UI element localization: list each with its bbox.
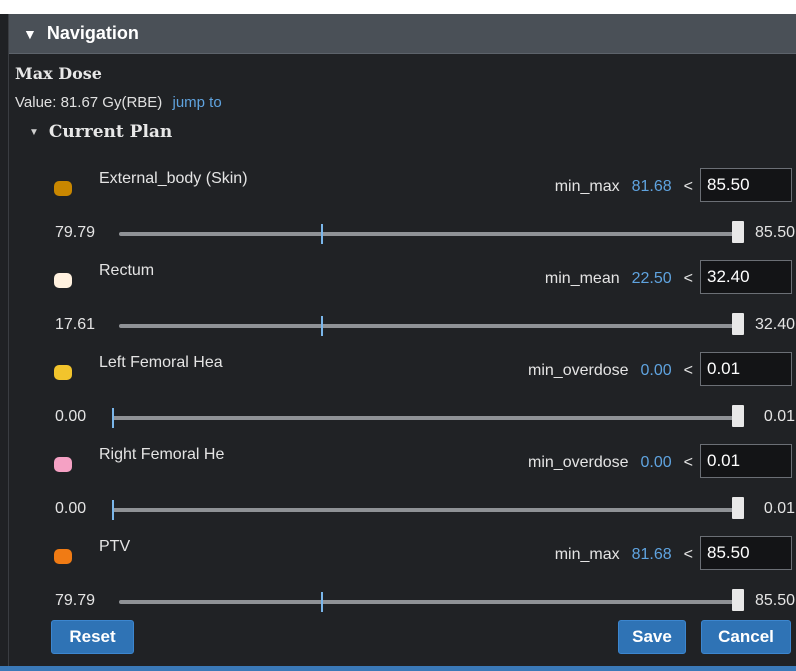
current-value-marker [112, 500, 114, 520]
range-min-label: 79.79 [55, 592, 96, 609]
comparison-operator: < [683, 178, 693, 195]
max-dose-value-line: Value: 81.67 Gy(RBE) jump to [15, 94, 222, 111]
reset-button[interactable]: Reset [51, 620, 134, 654]
bottom-strip [0, 666, 796, 671]
range-min-label: 0.00 [55, 500, 87, 517]
range-min-label: 79.79 [55, 224, 96, 241]
structure-color-swatch [54, 549, 72, 564]
structure-color-swatch [54, 365, 72, 380]
max-dose-value: 81.67 Gy(RBE) [60, 94, 163, 111]
structure-row: Right Femoral He min_overdose 0.00 <0.00 0.0… [9, 432, 796, 524]
metric-group: min_max 81.68 < [555, 178, 693, 196]
structure-name: External_body (Skin) [99, 170, 248, 187]
current-value-marker [112, 408, 114, 428]
comparison-operator: < [683, 546, 693, 563]
top-strip [0, 0, 796, 14]
current-value-marker [321, 592, 323, 612]
metric-group: min_mean 22.50 < [545, 270, 693, 288]
structure-row: External_body (Skin) min_max 81.68 <79.79 85… [9, 156, 796, 248]
current-value-marker [321, 316, 323, 336]
range-max-label: 0.01 [763, 500, 795, 517]
current-value-marker [321, 224, 323, 244]
threshold-input[interactable] [700, 260, 792, 294]
value-label: Value: [15, 94, 57, 111]
navigation-title: Navigation [46, 23, 139, 43]
comparison-operator: < [683, 362, 693, 379]
structure-row: Left Femoral Hea min_overdose 0.00 <0.00 0.0… [9, 340, 796, 432]
structure-name: Right Femoral He [99, 446, 225, 463]
metric-value: 0.00 [640, 454, 672, 471]
slider-handle[interactable] [732, 313, 744, 335]
dose-slider-track[interactable] [112, 508, 744, 512]
expand-triangle-icon[interactable]: ▼ [29, 127, 39, 138]
dose-slider-track[interactable] [119, 232, 744, 236]
metric-name: min_max [554, 178, 620, 195]
metric-name: min_mean [544, 270, 620, 287]
structure-name: Rectum [99, 262, 155, 279]
slider-handle[interactable] [732, 589, 744, 611]
structure-color-swatch [54, 273, 72, 288]
comparison-operator: < [683, 270, 693, 287]
range-min-label: 17.61 [55, 316, 96, 333]
metric-value: 81.68 [631, 546, 672, 563]
metric-name: min_max [554, 546, 620, 563]
metric-group: min_overdose 0.00 < [528, 362, 693, 380]
cancel-button[interactable]: Cancel [701, 620, 791, 654]
max-dose-title: Max Dose [15, 64, 102, 83]
save-button[interactable]: Save [618, 620, 686, 654]
structure-color-swatch [54, 457, 72, 472]
metric-group: min_max 81.68 < [555, 546, 693, 564]
structure-color-swatch [54, 181, 72, 196]
range-min-label: 0.00 [55, 408, 87, 425]
dose-slider-track[interactable] [119, 324, 744, 328]
metric-value: 81.68 [631, 178, 672, 195]
threshold-input[interactable] [700, 352, 792, 386]
slider-handle[interactable] [732, 497, 744, 519]
metric-name: min_overdose [528, 362, 629, 379]
slider-handle[interactable] [732, 405, 744, 427]
collapse-icon[interactable]: ▼ [23, 26, 37, 42]
navigation-header[interactable]: ▼ Navigation [9, 14, 796, 54]
range-max-label: 85.50 [754, 224, 795, 241]
metric-value: 0.00 [640, 362, 672, 379]
structure-row: Rectum min_mean 22.50 <17.61 32.40 [9, 248, 796, 340]
metric-group: min_overdose 0.00 < [528, 454, 693, 472]
threshold-input[interactable] [700, 168, 792, 202]
structure-name: Left Femoral Hea [99, 354, 223, 371]
threshold-input[interactable] [700, 444, 792, 478]
range-max-label: 32.40 [754, 316, 795, 333]
dose-slider-track[interactable] [119, 600, 744, 604]
dose-slider-track[interactable] [112, 416, 744, 420]
current-plan-toggle[interactable]: ▼ Current Plan [29, 122, 172, 142]
structure-name: PTV [99, 538, 131, 555]
comparison-operator: < [683, 454, 693, 471]
structure-row: PTV min_max 81.68 <79.79 85.50 [9, 524, 796, 616]
jump-to-link[interactable]: jump to [172, 94, 221, 111]
slider-handle[interactable] [732, 221, 744, 243]
metric-name: min_overdose [528, 454, 629, 471]
navigation-panel: ▼ Navigation Max Dose Value: 81.67 Gy(RB… [8, 14, 796, 666]
threshold-input[interactable] [700, 536, 792, 570]
current-plan-title: Current Plan [48, 122, 173, 142]
metric-value: 22.50 [631, 270, 672, 287]
range-max-label: 85.50 [754, 592, 795, 609]
range-max-label: 0.01 [763, 408, 795, 425]
